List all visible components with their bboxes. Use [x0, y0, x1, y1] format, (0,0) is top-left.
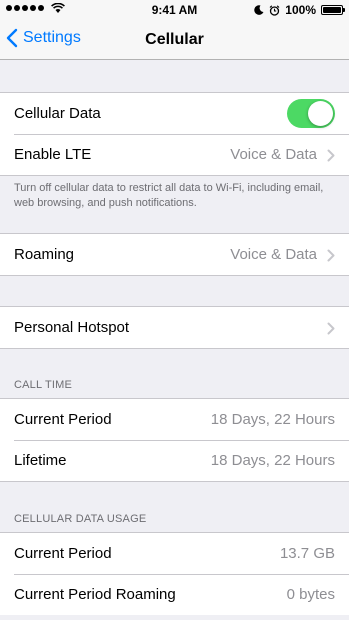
- row-value: 18 Days, 22 Hours: [210, 452, 335, 469]
- personal-hotspot-label: Personal Hotspot: [14, 319, 130, 336]
- call-time-header: CALL TIME: [14, 379, 73, 391]
- toggle-knob: [308, 101, 333, 126]
- chevron-right-icon: [327, 149, 335, 162]
- hotspot-group: Personal Hotspot: [0, 306, 349, 349]
- moon-icon: [254, 5, 264, 15]
- roaming-value: Voice & Data: [230, 246, 317, 263]
- navigation-bar: Settings Cellular: [0, 20, 349, 60]
- call-time-group: Current Period 18 Days, 22 Hours Lifetim…: [0, 398, 349, 482]
- data-usage-current-period-row: Current Period 13.7 GB: [0, 533, 349, 574]
- enable-lte-value: Voice & Data: [230, 146, 317, 163]
- personal-hotspot-row[interactable]: Personal Hotspot: [0, 307, 349, 348]
- data-usage-group: Current Period 13.7 GB Current Period Ro…: [0, 532, 349, 615]
- enable-lte-row[interactable]: Enable LTE Voice & Data: [0, 134, 349, 175]
- status-right: 100%: [254, 3, 345, 17]
- data-usage-header: CELLULAR DATA USAGE: [14, 513, 147, 525]
- battery-percent: 100%: [285, 3, 316, 17]
- page-title: Cellular: [145, 31, 204, 48]
- call-time-lifetime-row: Lifetime 18 Days, 22 Hours: [0, 440, 349, 481]
- row-label: Current Period Roaming: [14, 586, 176, 603]
- row-value: 18 Days, 22 Hours: [210, 411, 335, 428]
- call-time-current-period-row: Current Period 18 Days, 22 Hours: [0, 399, 349, 440]
- chevron-right-icon: [327, 249, 335, 262]
- row-label: Current Period: [14, 545, 112, 562]
- cellular-data-row: Cellular Data: [0, 93, 349, 134]
- row-label: Lifetime: [14, 452, 67, 469]
- battery-fill: [323, 7, 341, 13]
- row-value: 0 bytes: [286, 586, 335, 603]
- chevron-right-icon: [327, 322, 335, 335]
- status-bar: 9:41 AM 100%: [0, 0, 349, 20]
- cellular-footer-text: Turn off cellular data to restrict all d…: [14, 182, 324, 209]
- cellular-group: Cellular Data Enable LTE Voice & Data: [0, 92, 349, 176]
- row-label: Current Period: [14, 411, 112, 428]
- roaming-group: Roaming Voice & Data: [0, 233, 349, 276]
- roaming-label: Roaming: [14, 246, 75, 263]
- enable-lte-label: Enable LTE: [14, 146, 92, 163]
- row-value: 13.7 GB: [279, 545, 335, 562]
- data-usage-roaming-row: Current Period Roaming 0 bytes: [0, 574, 349, 615]
- cellular-data-label: Cellular Data: [14, 105, 101, 122]
- cellular-data-toggle[interactable]: [287, 99, 335, 128]
- alarm-clock-icon: [269, 4, 280, 16]
- battery-icon: [321, 5, 345, 15]
- roaming-row[interactable]: Roaming Voice & Data: [0, 234, 349, 275]
